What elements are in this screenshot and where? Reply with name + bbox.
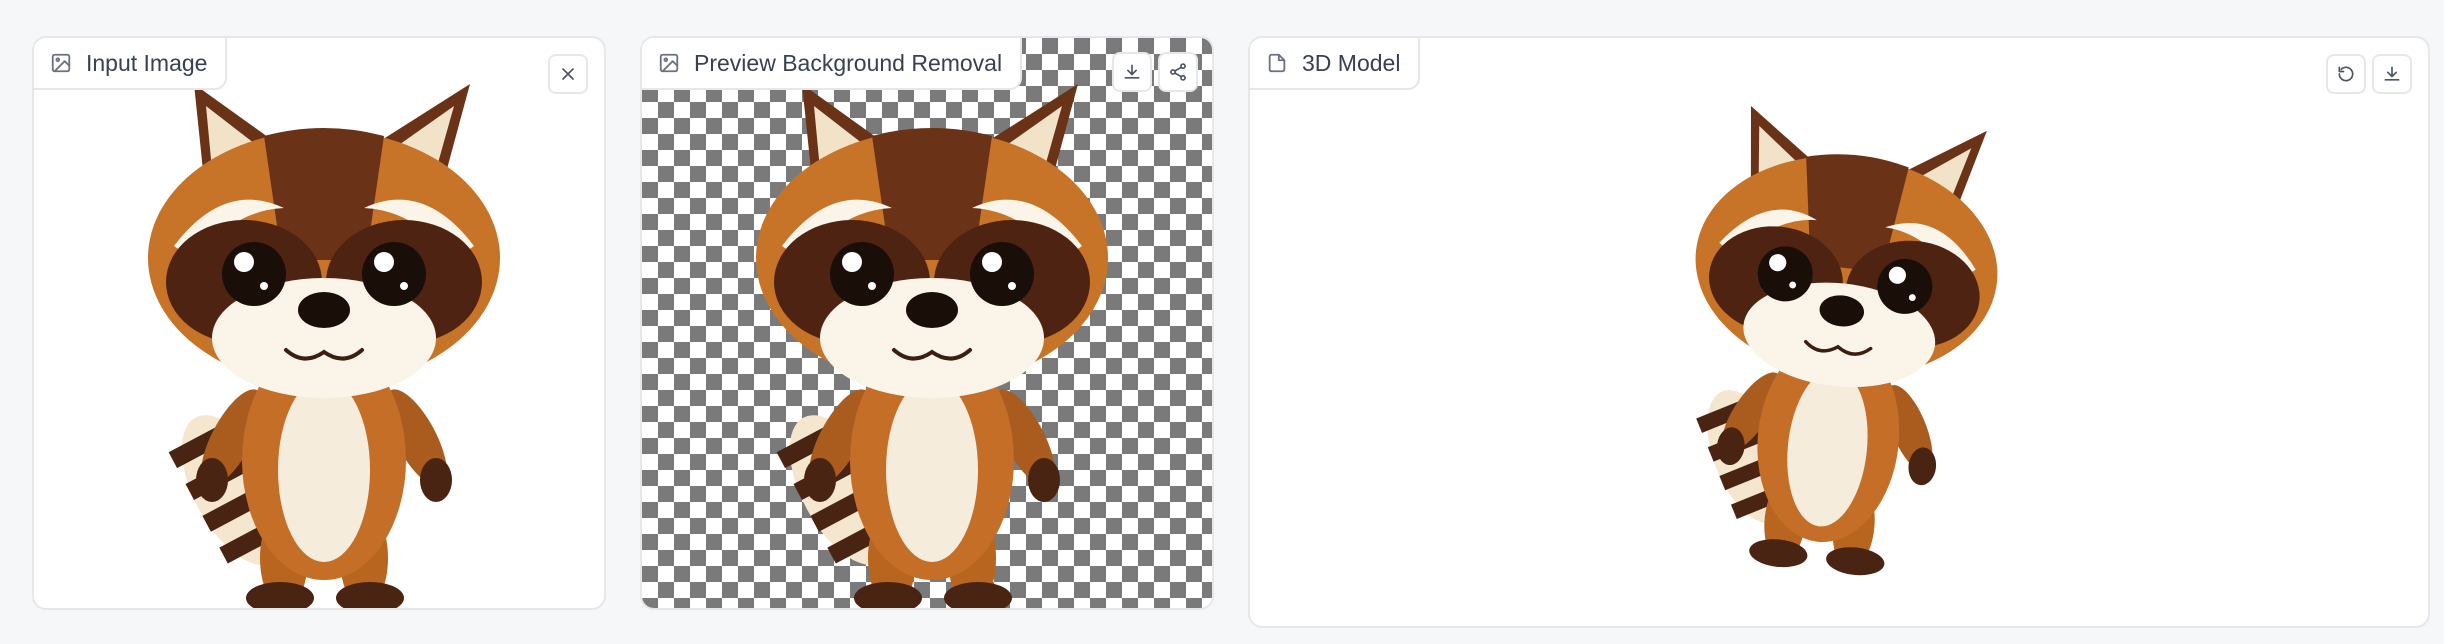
image-icon bbox=[50, 52, 72, 74]
reset-view-button[interactable] bbox=[2326, 54, 2366, 94]
download-icon bbox=[2382, 64, 2402, 84]
3d-model-label: 3D Model bbox=[1250, 38, 1421, 90]
image-icon bbox=[658, 52, 680, 74]
download-preview-button[interactable] bbox=[1112, 52, 1152, 92]
preview-background-removal-panel: Preview Background Removal bbox=[640, 36, 1214, 610]
file-icon bbox=[1266, 52, 1288, 74]
input-image-panel[interactable]: Input Image bbox=[32, 36, 606, 610]
close-icon bbox=[558, 64, 578, 84]
share-preview-button[interactable] bbox=[1158, 52, 1198, 92]
clear-image-button[interactable] bbox=[548, 54, 588, 94]
app-canvas: Input Image Preview Background Removal 3… bbox=[0, 0, 2444, 644]
undo-icon bbox=[2336, 64, 2356, 84]
input-image-label-text: Input Image bbox=[86, 49, 208, 76]
3d-raccoon-model-viewer[interactable] bbox=[1650, 38, 2030, 618]
preview-background-removal-label: Preview Background Removal bbox=[642, 38, 1023, 90]
preview-background-removal-label-text: Preview Background Removal bbox=[694, 49, 1003, 76]
input-image-label: Input Image bbox=[34, 38, 228, 90]
3d-model-panel[interactable]: 3D Model bbox=[1248, 36, 2430, 628]
download-model-button[interactable] bbox=[2372, 54, 2412, 94]
download-icon bbox=[1122, 62, 1142, 82]
background-removed-raccoon-image bbox=[754, 82, 1110, 608]
3d-model-label-text: 3D Model bbox=[1302, 49, 1401, 76]
share-icon bbox=[1168, 62, 1188, 82]
input-raccoon-image bbox=[146, 82, 502, 608]
